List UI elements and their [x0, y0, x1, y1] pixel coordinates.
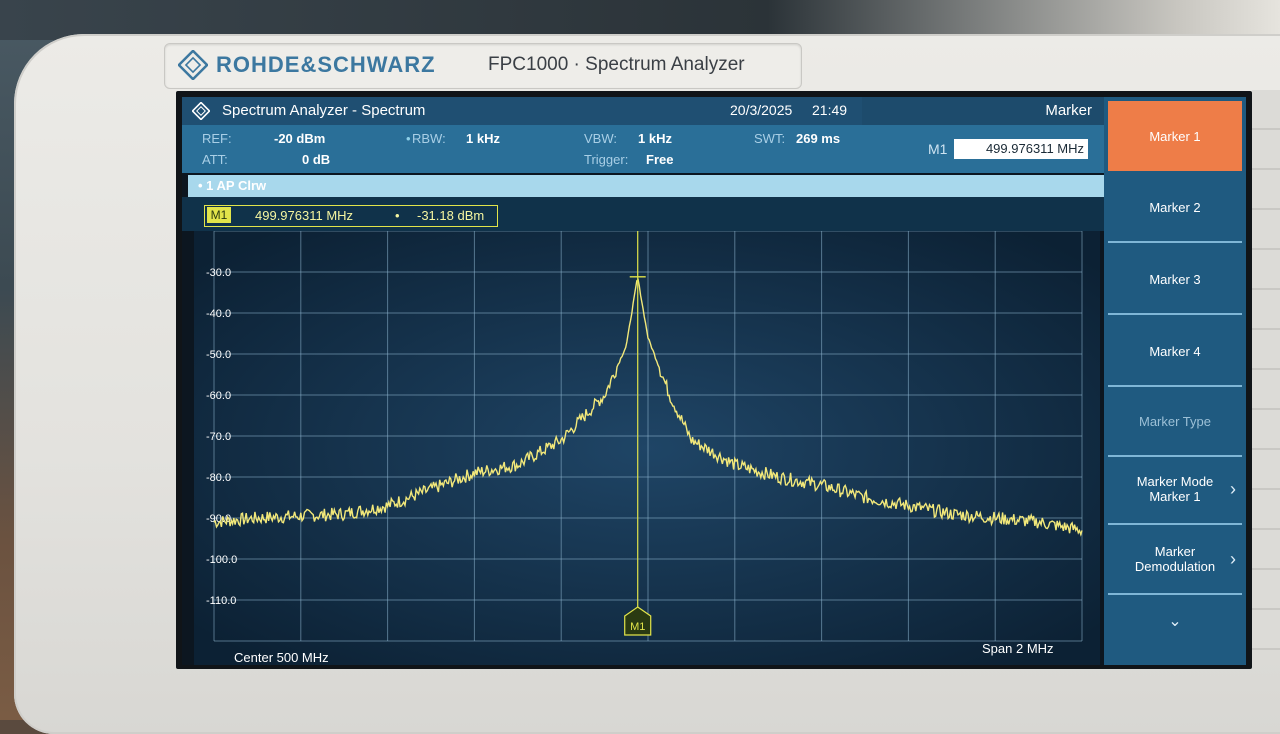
- softkey-marker-1[interactable]: Marker 1: [1108, 101, 1242, 171]
- rbw-dot: •: [406, 131, 411, 146]
- chevron-right-icon: ›: [1230, 549, 1236, 569]
- y-tick-label: -110.0: [206, 595, 236, 607]
- date-display: 20/3/2025: [730, 102, 793, 118]
- softkey-marker-demodulation[interactable]: Marker Demodulation ›: [1108, 525, 1242, 595]
- softkey-marker-3[interactable]: Marker 3: [1108, 245, 1242, 315]
- trigger-label: Trigger:: [584, 152, 629, 167]
- marker-frequency: 499.976311 MHz: [255, 208, 354, 223]
- y-tick-label: -60.0: [206, 390, 231, 402]
- marker-readout: M1 499.976311 MHz • -31.18 dBm: [204, 205, 498, 227]
- center-frequency-label: Center 500 MHz: [234, 650, 329, 665]
- panel-title: Marker: [1045, 102, 1092, 119]
- marker-level: -31.18 dBm: [417, 208, 485, 223]
- y-tick-label: -70.0: [206, 431, 231, 443]
- instrument-side-buttons: [1252, 90, 1280, 650]
- marker-separator: •: [395, 208, 400, 223]
- att-value[interactable]: 0 dB: [302, 152, 330, 167]
- softkey-label: Marker 1: [1149, 128, 1201, 144]
- brand-name: ROHDE&SCHWARZ: [216, 52, 436, 77]
- more-softkeys-icon[interactable]: ⌄: [1108, 611, 1242, 641]
- m1-frequency-input[interactable]: 499.976311 MHz: [954, 139, 1088, 159]
- trace-label: • 1 AP Clrw: [198, 178, 267, 193]
- app-logo-icon: [192, 102, 210, 120]
- swt-label: SWT:: [754, 131, 786, 146]
- spectrum-plot[interactable]: -30.0-40.0-50.0-60.0-70.0-80.0-90.0-100.…: [194, 231, 1100, 665]
- ref-label: REF:: [202, 131, 232, 146]
- time-display: 21:49: [812, 102, 848, 118]
- app-title: Spectrum Analyzer - Spectrum: [222, 102, 426, 119]
- span-label: Span 2 MHz: [982, 641, 1054, 656]
- softkey-marker-mode-marker-1[interactable]: Marker Mode Marker 1 ›: [1108, 455, 1242, 525]
- trigger-value[interactable]: Free: [646, 152, 673, 167]
- softkey-marker-4[interactable]: Marker 4: [1108, 317, 1242, 387]
- panel-header: Marker: [862, 97, 1104, 125]
- y-tick-label: -30.0: [206, 267, 231, 279]
- y-tick-label: -100.0: [206, 554, 237, 566]
- vbw-label: VBW:: [584, 131, 617, 146]
- rbw-value[interactable]: 1 kHz: [466, 131, 500, 146]
- y-tick-label: -80.0: [206, 472, 231, 484]
- m1-readout-label: M1: [928, 141, 948, 157]
- model-name: FPC1000 · Spectrum Analyzer: [488, 54, 745, 75]
- vbw-value[interactable]: 1 kHz: [638, 131, 672, 146]
- screen: Spectrum Analyzer - Spectrum 20/3/2025 2…: [182, 97, 1246, 665]
- marker-flag-label: M1: [630, 621, 645, 633]
- trace-bar[interactable]: • 1 AP Clrw: [188, 175, 1104, 197]
- chevron-right-icon: ›: [1230, 479, 1236, 499]
- softkey-marker-2[interactable]: Marker 2: [1108, 173, 1242, 243]
- softkey-label: Marker Demodulation: [1134, 544, 1216, 574]
- softkey-marker-type[interactable]: Marker Type: [1108, 387, 1242, 457]
- spectrum-plot-area[interactable]: -30.0 -40.0 -50.0 -60.0 -70.0 -80.0 -90.0 -100.…: [194, 231, 1100, 665]
- rs-logo-icon: [178, 50, 208, 80]
- y-tick-label: -50.0: [206, 349, 231, 361]
- softkey-label: Marker Mode Marker 1: [1136, 474, 1214, 504]
- swt-value[interactable]: 269 ms: [796, 131, 840, 146]
- att-label: ATT:: [202, 152, 228, 167]
- softkey-panel: Marker 1 Marker 2 Marker 3 Marker 4 Marker T…: [1104, 97, 1246, 665]
- rbw-label: RBW:: [412, 131, 446, 146]
- ref-value[interactable]: -20 dBm: [274, 131, 325, 146]
- softkey-label: Marker 2: [1149, 199, 1201, 215]
- y-tick-label: -40.0: [206, 308, 231, 320]
- softkey-label: Marker 4: [1149, 343, 1201, 359]
- marker-tag: M1: [207, 207, 231, 223]
- softkey-label: Marker Type: [1138, 413, 1211, 429]
- softkey-label: Marker 3: [1149, 271, 1201, 287]
